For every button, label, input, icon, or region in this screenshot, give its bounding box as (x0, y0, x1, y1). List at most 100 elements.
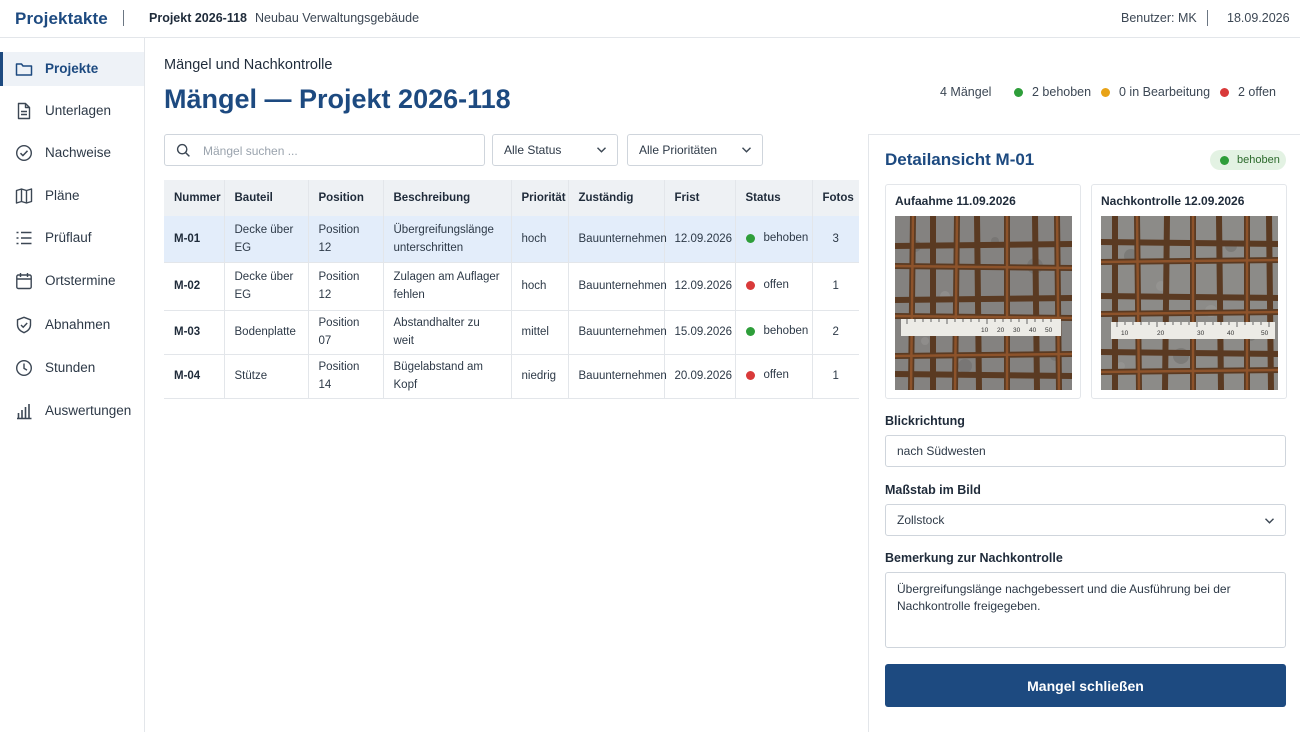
column-header[interactable]: Beschreibung (383, 180, 512, 216)
cell-description: Übergreifungslänge unterschritten (383, 216, 512, 263)
scale-value: Zollstock (897, 513, 945, 527)
photo-title: Aufaahme 11.09.2026 (895, 194, 1016, 208)
cell-component: Decke über EG (224, 262, 309, 311)
clock-icon (15, 359, 33, 377)
cell-photos: 1 (812, 354, 859, 399)
priority-filter-select[interactable]: Alle Prioritäten (627, 134, 763, 166)
priority-filter-value: Alle Prioritäten (639, 143, 718, 157)
table-row[interactable]: M-03 Bodenplatte Position 07 Abstandhalt… (164, 310, 859, 355)
sidebar-item-nachweise[interactable]: Nachweise (0, 136, 144, 170)
breadcrumb[interactable]: Mängel und Nachkontrolle (164, 57, 332, 73)
cell-component: Decke über EG (224, 216, 309, 263)
sidebar-item-stunden[interactable]: Stunden (0, 351, 144, 385)
status-dot-red (1220, 87, 1229, 97)
photo-title: Nachkontrolle 12.09.2026 (1101, 194, 1245, 208)
sidebar-item-abnahmen[interactable]: Abnahmen (0, 308, 144, 342)
table-row[interactable]: M-04 Stütze Position 14 Bügelabstand am … (164, 354, 859, 399)
photo-card-before[interactable]: Aufaahme 11.09.2026 10 20 30 40 50 (885, 184, 1081, 399)
cell-deadline: 12.09.2026 (664, 262, 736, 311)
ruler-tick-label: 40 (1029, 327, 1037, 334)
ruler-tick-label: 10 (1121, 330, 1129, 337)
ruler-tick-label: 20 (1157, 330, 1165, 337)
rebar-photo-image: 10 20 30 40 50 (895, 216, 1072, 390)
cell-responsible: Bauunternehmen (568, 262, 667, 311)
status-label: behoben (763, 232, 809, 244)
direction-field[interactable]: nach Südwesten (885, 435, 1286, 467)
table-header-row: Nummer Bauteil Position Beschreibung Pri… (164, 180, 859, 216)
direction-label: Blickrichtung (885, 414, 965, 428)
current-project: Projekt 2026-118 (149, 11, 247, 25)
sidebar-item-label: Pläne (45, 188, 80, 203)
status-dot-red (745, 280, 755, 290)
ruler-tick-label: 30 (1013, 327, 1021, 334)
search-input[interactable] (203, 141, 473, 160)
app-brand[interactable]: Projektakte (15, 9, 108, 29)
column-header[interactable]: Bauteil (224, 180, 309, 216)
cell-priority: hoch (511, 262, 569, 311)
table-row[interactable]: M-02 Decke über EG Position 12 Zulagen a… (164, 262, 859, 311)
status-filter-select[interactable]: Alle Status (492, 134, 618, 166)
sidebar: Projekte Unterlagen Nachweise Pläne Prüf… (0, 38, 145, 732)
direction-value: nach Südwesten (897, 444, 986, 458)
status-dot-green (745, 233, 755, 243)
cell-priority: hoch (511, 216, 569, 263)
column-header[interactable]: Status (735, 180, 813, 216)
sidebar-item-label: Unterlagen (45, 103, 112, 118)
calendar-icon (16, 273, 32, 290)
status-badge: behoben (1210, 150, 1286, 170)
status-badge-label: behoben (1237, 154, 1280, 166)
cell-responsible: Bauunternehmen (568, 216, 667, 263)
cell-responsible: Bauunternehmen (568, 310, 667, 355)
cell-photos: 2 (812, 310, 859, 355)
cell-status: behoben (735, 310, 813, 355)
photo-card-after[interactable]: Nachkontrolle 12.09.2026 10 20 30 40 50 (1091, 184, 1287, 399)
sidebar-item-unterlagen[interactable]: Unterlagen (0, 94, 144, 128)
summary-open: 2 offen (1220, 85, 1276, 99)
current-user: Benutzer: MK (1121, 11, 1197, 25)
page-title: Mängel — Projekt 2026-118 (164, 84, 511, 114)
cell-deadline: 15.09.2026 (664, 310, 736, 355)
sidebar-item-label: Ortstermine (45, 273, 116, 288)
column-header[interactable]: Frist (664, 180, 736, 216)
sidebar-item-auswertungen[interactable]: Auswertungen (0, 394, 144, 428)
ruler-tick-label: 10 (981, 327, 989, 334)
ruler-tick-label: 30 (1197, 330, 1205, 337)
chevron-down-icon (597, 147, 606, 153)
column-header[interactable]: Fotos (812, 180, 859, 216)
cell-component: Bodenplatte (224, 310, 309, 355)
defects-table: Nummer Bauteil Position Beschreibung Pri… (164, 180, 859, 399)
column-header[interactable]: Nummer (164, 180, 225, 216)
sidebar-item-prueflauf[interactable]: Prüflauf (0, 221, 144, 255)
cell-status: behoben (735, 216, 813, 263)
chevron-down-icon (742, 147, 751, 153)
column-header[interactable]: Priorität (511, 180, 569, 216)
column-header[interactable]: Position (308, 180, 384, 216)
cell-number: M-02 (164, 262, 225, 311)
folder-icon (15, 63, 33, 76)
cell-number: M-01 (164, 216, 225, 263)
cell-description: Bügelabstand am Kopf (383, 354, 512, 399)
cell-status: offen (735, 354, 813, 399)
sidebar-item-label: Stunden (45, 360, 96, 375)
divider (123, 10, 124, 26)
sidebar-item-plaene[interactable]: Pläne (0, 179, 144, 213)
sidebar-item-ortstermine[interactable]: Ortstermine (0, 264, 144, 298)
cell-priority: mittel (511, 310, 569, 355)
status-dot-amber (1101, 87, 1110, 97)
summary-open-label: 2 offen (1238, 85, 1277, 99)
sidebar-item-projekte[interactable]: Projekte (0, 52, 144, 86)
cell-position: Position 07 (308, 310, 384, 355)
cell-responsible: Bauunternehmen (568, 354, 667, 399)
summary-in-progress: 0 in Bearbeitung (1101, 85, 1210, 99)
scale-select[interactable]: Zollstock (885, 504, 1286, 536)
status-dot-green (1014, 87, 1023, 97)
remark-textarea[interactable]: Übergreifungslänge nachgebessert und die… (885, 572, 1286, 648)
cell-position: Position 14 (308, 354, 384, 399)
top-bar: Projektakte Projekt 2026-118 Neubau Verw… (0, 0, 1300, 38)
close-defect-button[interactable]: Mangel schließen (885, 664, 1286, 707)
document-icon (17, 102, 31, 120)
table-row[interactable]: M-01 Decke über EG Position 12 Übergreif… (164, 216, 859, 263)
sidebar-item-label: Abnahmen (45, 317, 111, 332)
column-header[interactable]: Zuständig (568, 180, 665, 216)
ruler-tick-label: 20 (997, 327, 1005, 334)
